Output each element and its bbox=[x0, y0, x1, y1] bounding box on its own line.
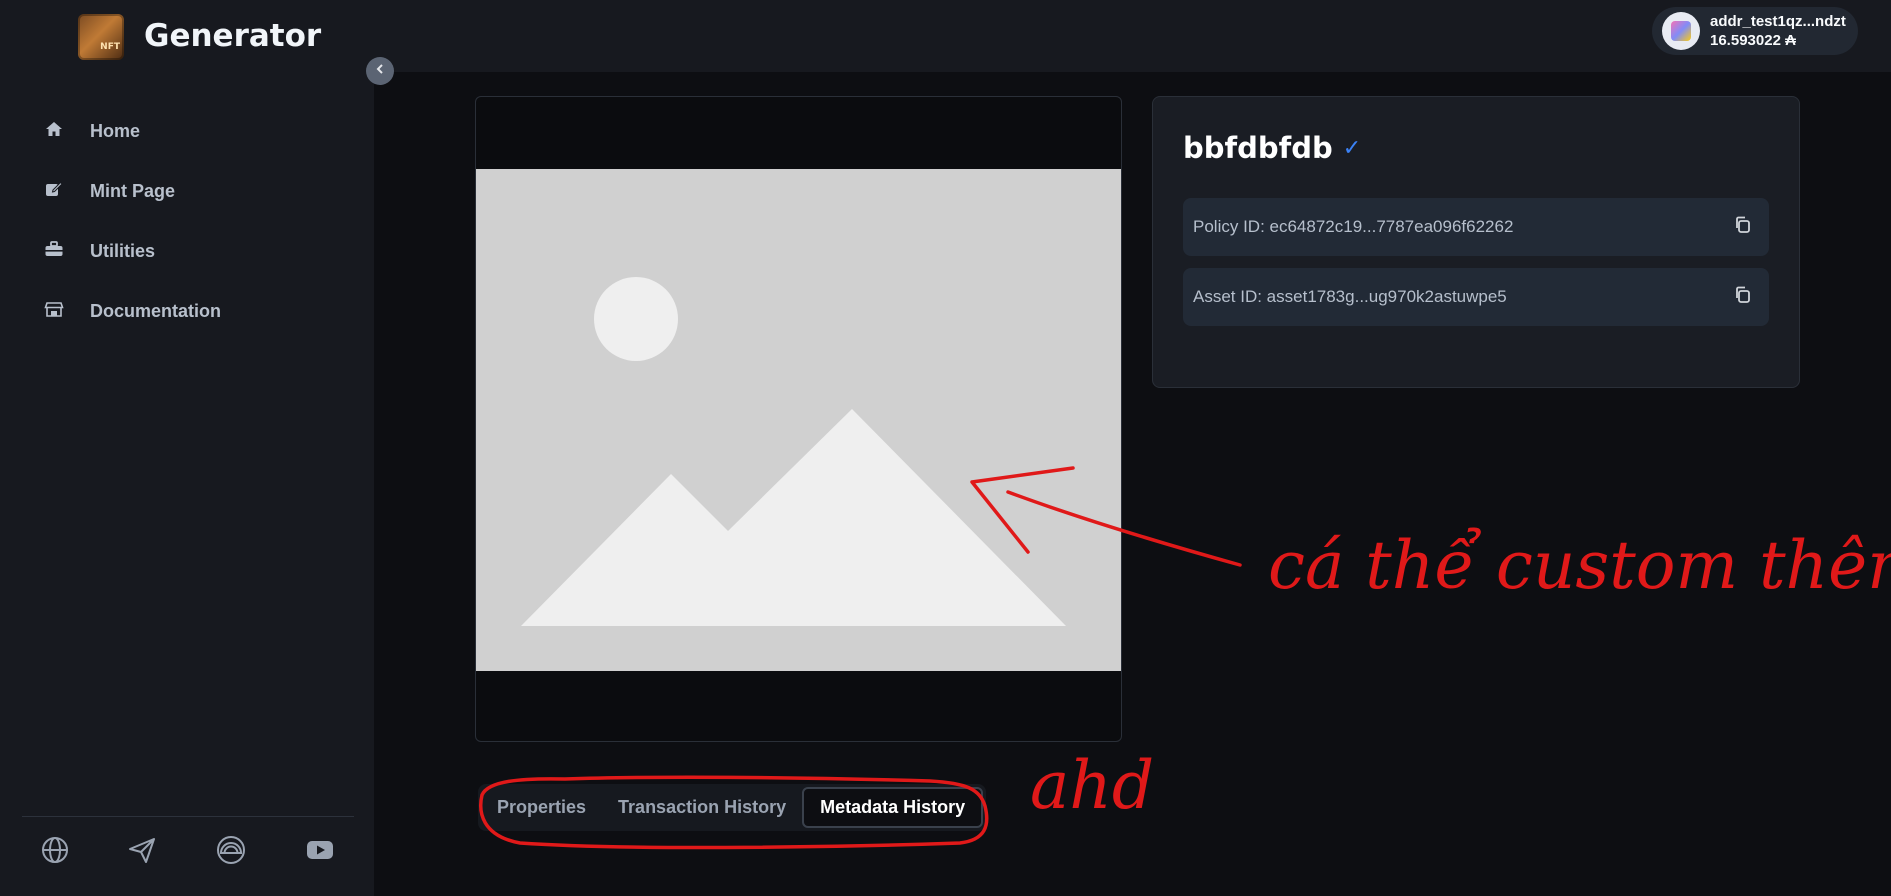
sidebar-item-documentation[interactable]: Documentation bbox=[44, 291, 221, 331]
asset-info-card: bbfdbfdb ✓ Policy ID: ec64872c19...7787e… bbox=[1152, 96, 1800, 388]
sidebar-item-label: Documentation bbox=[90, 300, 222, 321]
wallet-address: addr_test1qz...ndzt bbox=[1710, 13, 1846, 30]
image-placeholder-icon bbox=[476, 169, 1121, 671]
sidebar-item-label: Home bbox=[90, 120, 141, 141]
sidebar-divider bbox=[22, 816, 354, 817]
rainbow-icon bbox=[216, 835, 246, 870]
youtube-icon bbox=[305, 835, 335, 870]
tab-metadata-history[interactable]: Metadata History bbox=[802, 787, 984, 828]
policy-id-row: Policy ID: ec64872c19...7787ea096f62262 bbox=[1183, 198, 1769, 256]
home-icon bbox=[44, 119, 64, 144]
tab-transaction-history[interactable]: Transaction History bbox=[602, 787, 802, 828]
annotation-image-note: cá thể custom thêm bbox=[1268, 527, 1891, 604]
policy-id-text: Policy ID: ec64872c19...7787ea096f62262 bbox=[1193, 217, 1514, 236]
asset-name: bbfdbfdb bbox=[1183, 131, 1333, 165]
youtube-link[interactable] bbox=[302, 834, 338, 870]
app-title: Generator bbox=[144, 18, 322, 54]
nft-image-preview bbox=[475, 96, 1122, 742]
edit-icon bbox=[44, 179, 64, 204]
asset-id-text: Asset ID: asset1783g...ug970k2astuwpe5 bbox=[1193, 287, 1507, 306]
sidebar-item-utilities[interactable]: Utilities bbox=[44, 231, 155, 271]
globe-icon bbox=[40, 835, 70, 870]
collapse-sidebar-button[interactable] bbox=[366, 57, 394, 85]
telegram-link[interactable] bbox=[124, 834, 160, 870]
tab-properties[interactable]: Properties bbox=[481, 787, 602, 828]
copy-icon[interactable] bbox=[1733, 285, 1753, 310]
sidebar-item-label: Utilities bbox=[90, 240, 156, 261]
wallet-balance: 16.593022 ₳ bbox=[1710, 32, 1796, 49]
sidebar-item-label: Mint Page bbox=[90, 180, 176, 201]
annotation-tabs-note: ahd bbox=[1030, 747, 1154, 824]
website-link[interactable] bbox=[37, 834, 73, 870]
asset-tabs: Properties Transaction History Metadata … bbox=[478, 784, 987, 831]
wallet-button[interactable]: addr_test1qz...ndzt 16.593022 ₳ bbox=[1652, 7, 1858, 55]
rainbow-link[interactable] bbox=[213, 834, 249, 870]
asset-id-row: Asset ID: asset1783g...ug970k2astuwpe5 bbox=[1183, 268, 1769, 326]
chevron-left-icon bbox=[374, 62, 386, 80]
store-icon bbox=[44, 299, 64, 324]
sidebar: NFT Generator Home Mint Page Utilities D… bbox=[0, 0, 374, 896]
verified-icon: ✓ bbox=[1342, 135, 1362, 160]
wallet-avatar bbox=[1662, 12, 1700, 50]
copy-icon[interactable] bbox=[1733, 215, 1753, 240]
sidebar-item-home[interactable]: Home bbox=[44, 111, 140, 151]
sidebar-item-mint-page[interactable]: Mint Page bbox=[44, 171, 175, 211]
toolbox-icon bbox=[44, 239, 64, 264]
app-logo[interactable]: NFT bbox=[78, 14, 124, 60]
send-icon bbox=[127, 835, 157, 870]
